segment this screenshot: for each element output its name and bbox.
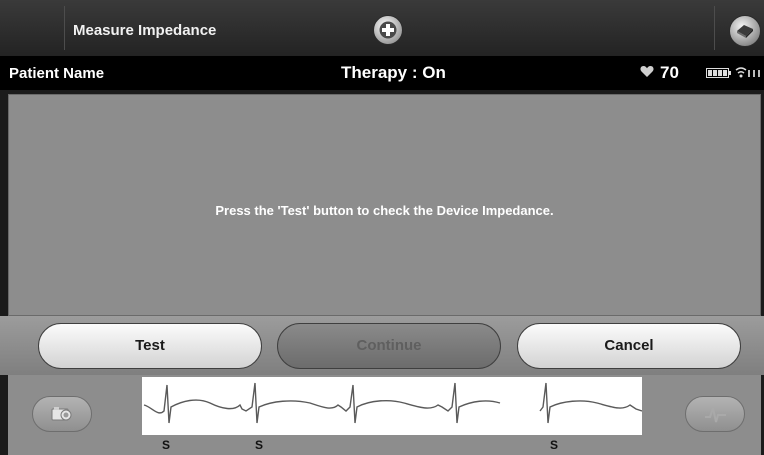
plus-circle-icon <box>379 21 397 39</box>
patient-name: Patient Name <box>9 65 105 82</box>
page-title: Measure Impedance <box>73 22 217 39</box>
sense-marker: S <box>162 438 171 452</box>
camera-snapshot-icon <box>51 407 72 421</box>
snapshot-button[interactable] <box>32 396 92 432</box>
ecg-trace <box>143 382 643 424</box>
cancel-button[interactable]: Cancel <box>517 323 741 369</box>
ecg-zoom-button[interactable] <box>685 396 745 432</box>
instruction-text: Press the 'Test' button to check the Dev… <box>215 203 554 218</box>
add-button[interactable] <box>373 15 403 45</box>
sense-marker: S <box>550 438 559 452</box>
message-panel: Press the 'Test' button to check the Dev… <box>8 94 761 316</box>
device-menu-icon <box>737 25 753 38</box>
title-divider-right <box>714 6 715 50</box>
continue-button[interactable]: Continue <box>277 323 501 369</box>
ecg-strip: S S S <box>8 375 761 455</box>
ecg-waveform <box>142 377 643 435</box>
signal-bars-icon <box>748 70 760 77</box>
battery-icon <box>706 68 731 78</box>
title-divider <box>64 6 65 50</box>
signal-icon <box>735 67 747 78</box>
sense-marker: S <box>255 438 264 452</box>
button-bar: Test Continue Cancel <box>0 316 764 375</box>
test-button[interactable]: Test <box>38 323 262 369</box>
heart-rate: 70 <box>660 63 679 82</box>
therapy-status: Therapy : On <box>341 63 446 82</box>
ecg-zoom-icon <box>705 405 726 423</box>
title-bar: Measure Impedance <box>0 0 764 56</box>
device-menu-button[interactable] <box>729 15 761 47</box>
heart-icon <box>640 66 654 77</box>
status-bar: Patient Name Therapy : On 70 <box>0 56 764 90</box>
